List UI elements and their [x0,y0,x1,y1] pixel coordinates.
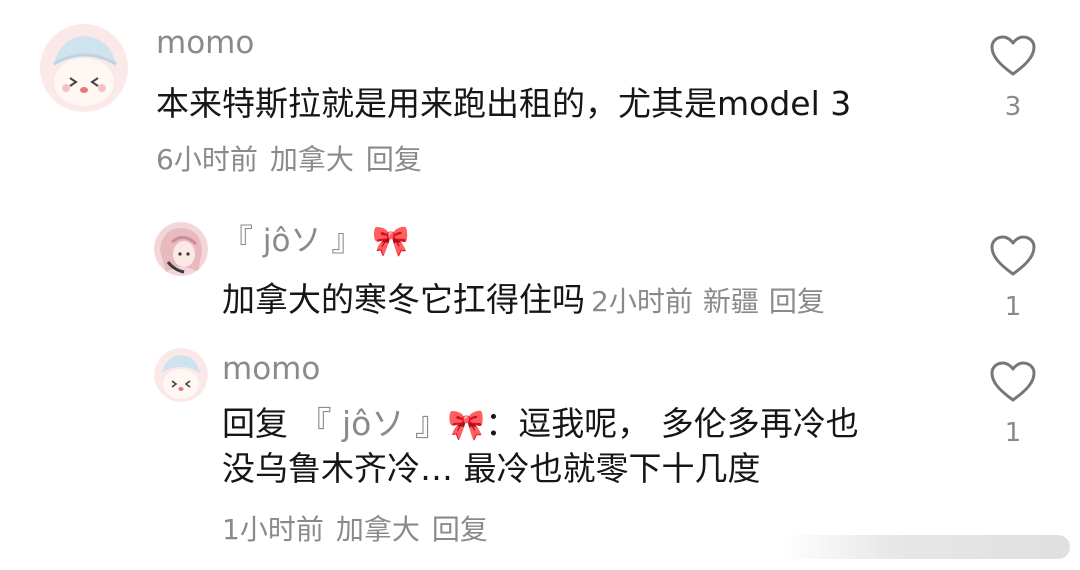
heart-outline-icon [990,235,1036,276]
comment-body: 加拿大的寒冬它扛得住吗 [222,280,585,319]
avatar-jo[interactable] [154,222,208,276]
comment-username[interactable]: 『 jôソ 』 🎀 [222,226,410,257]
reply-body: ：逗我呢， 多伦多再冷也 [485,404,859,443]
like-count: 1 [1004,418,1022,448]
watermark-smudge [780,535,1070,559]
avatar-momo[interactable] [40,24,128,112]
like-count: 1 [1004,292,1022,322]
avatar-momo[interactable] [154,348,208,402]
comment-location: 加拿大 [269,143,354,176]
comment-text-line-2: 没乌鲁木齐冷… 最冷也就零下十几度 [222,448,761,488]
reply-button[interactable]: 回复 [366,143,422,176]
reply-button[interactable]: 回复 [432,513,488,546]
comment-meta: 2小时前 新疆 回复 [591,285,835,318]
like-button[interactable]: 1 [983,234,1043,322]
heart-outline-icon [990,35,1036,76]
comment-time: 1小时前 [222,513,324,546]
reply-prefix: 回复 [222,404,299,443]
username-text: 『 jôソ 』 [222,223,363,259]
like-button[interactable]: 3 [983,34,1043,122]
heart-outline-icon [990,361,1036,402]
comment-text: 本来特斯拉就是用来跑出租的，尤其是model 3 [156,84,852,123]
comment-text: 加拿大的寒冬它扛得住吗 2小时前 新疆 回复 [222,278,835,323]
like-button[interactable]: 1 [983,360,1043,448]
comment-meta: 1小时前 加拿大 回复 [222,516,500,544]
comment-time: 2小时前 [591,285,693,318]
comment-text-line-1: 回复 『 jôソ 』🎀：逗我呢， 多伦多再冷也 [222,402,859,447]
reply-button[interactable]: 回复 [769,285,825,318]
like-count: 3 [1004,92,1022,122]
bow-emoji-icon: 🎀 [372,224,410,259]
comment-username[interactable]: momo [156,28,254,59]
comment-location: 新疆 [702,285,759,318]
reply-mention[interactable]: 『 jôソ 』 [299,404,448,443]
comment-meta: 6小时前 加拿大 回复 [156,146,434,174]
comment-location: 加拿大 [335,513,420,546]
comment-time: 6小时前 [156,143,258,176]
comment-text: 回复 『 jôソ 』🎀：逗我呢， 多伦多再冷也 没乌鲁木齐冷… 最冷也就零下十几… [222,402,859,491]
bow-emoji-icon: 🎀 [447,408,486,443]
comment-username[interactable]: momo [222,354,320,385]
